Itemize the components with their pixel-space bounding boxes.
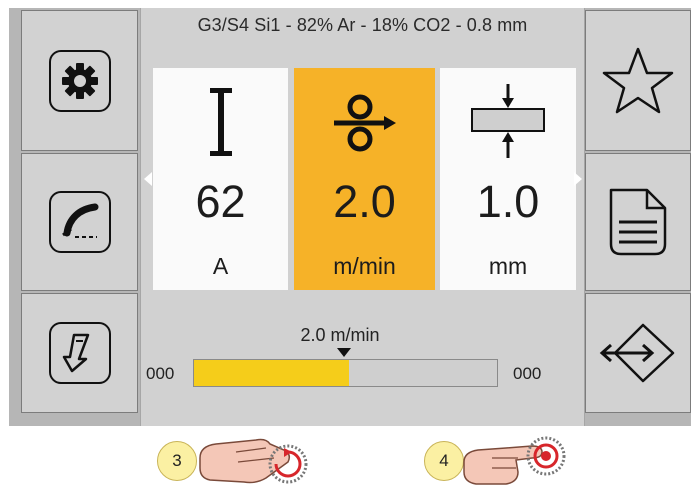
- thickness-value: 1.0: [476, 176, 540, 227]
- document-icon: [609, 188, 667, 256]
- exit-arrow-icon: [599, 323, 675, 383]
- settings-button[interactable]: [21, 10, 138, 151]
- gear-icon: [48, 49, 111, 112]
- step-badge-4: 4: [424, 441, 464, 481]
- param-thickness[interactable]: 1.0 mm: [440, 68, 576, 290]
- press-knob-hand-icon: [463, 436, 566, 485]
- scroll-right-icon[interactable]: [574, 172, 582, 186]
- param-current[interactable]: 62 A: [153, 68, 288, 290]
- slider-max-label: 000: [513, 364, 542, 383]
- jobs-button[interactable]: [585, 153, 691, 291]
- current-unit: A: [212, 253, 229, 279]
- torch-button[interactable]: [21, 153, 138, 291]
- scroll-left-icon[interactable]: [144, 172, 152, 186]
- star-icon: [602, 47, 674, 113]
- slider-fill: [194, 360, 349, 386]
- current-icon: [153, 82, 288, 162]
- wire-speed-value: 2.0: [333, 176, 396, 227]
- step-badge-3: 3: [157, 441, 197, 481]
- value-slider[interactable]: [193, 359, 498, 387]
- thickness-icon: [440, 82, 576, 162]
- slider-marker-icon: [337, 348, 351, 357]
- slider-value-label: 2.0 m/min: [300, 325, 380, 345]
- welding-torch-icon: [48, 191, 111, 253]
- trigger-mode-button[interactable]: [21, 293, 138, 413]
- rotate-knob-hand-icon: [199, 438, 308, 484]
- trigger-icon: [48, 322, 111, 384]
- current-value: 62: [195, 176, 246, 227]
- process-title: G3/S4 Si1 - 82% Ar - 18% CO2 - 0.8 mm: [197, 15, 528, 35]
- slider-min-label: 000: [146, 364, 175, 383]
- param-wire-speed[interactable]: 2.0 m/min: [294, 68, 435, 290]
- thickness-unit: mm: [488, 253, 528, 279]
- wire-speed-unit: m/min: [333, 253, 396, 279]
- wire-feed-icon: [294, 82, 435, 162]
- favorites-button[interactable]: [585, 10, 691, 151]
- exit-button[interactable]: [585, 293, 691, 413]
